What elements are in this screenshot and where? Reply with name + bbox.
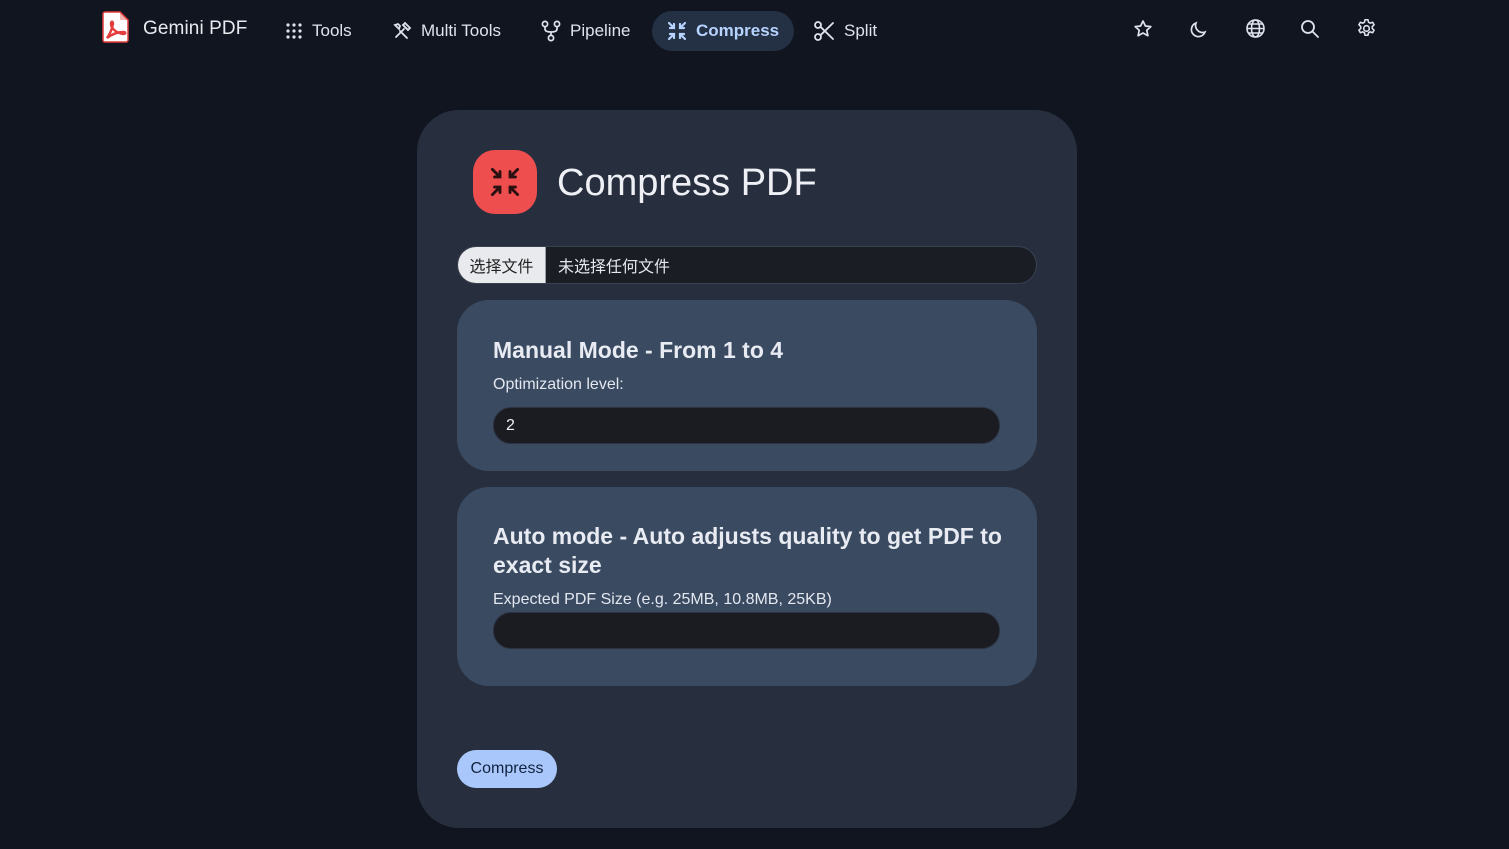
grid-dots-icon — [285, 22, 303, 40]
pdf-file-icon — [102, 10, 130, 48]
gear-icon — [1356, 18, 1377, 44]
search-icon — [1300, 19, 1320, 44]
expected-size-label: Expected PDF Size (e.g. 25MB, 10.8MB, 25… — [493, 591, 832, 608]
nav-compress-label: Compress — [696, 21, 780, 40]
manual-mode-panel: Manual Mode - From 1 to 4 Optimization l… — [457, 300, 1037, 471]
nav-compress[interactable]: Compress — [652, 11, 795, 51]
search-button[interactable] — [1294, 15, 1326, 47]
top-navbar: Gemini PDF Tools Multi Tools Pipeline Co… — [0, 0, 1509, 62]
globe-icon — [1245, 18, 1266, 44]
auto-mode-panel: Auto mode - Auto adjusts quality to get … — [457, 487, 1037, 686]
nav-multi-tools-label: Multi Tools — [421, 21, 501, 40]
nav-split-label: Split — [844, 21, 878, 40]
scissors-icon — [813, 20, 835, 42]
pipeline-icon — [541, 20, 561, 42]
expected-size-input[interactable] — [493, 612, 1000, 649]
moon-icon — [1189, 19, 1209, 44]
compress-title-icon — [473, 150, 537, 214]
nav-pipeline-label: Pipeline — [570, 21, 631, 40]
page-title: Compress PDF — [557, 162, 817, 204]
favorites-button[interactable] — [1127, 15, 1159, 47]
optimization-level-label: Optimization level: — [493, 376, 624, 393]
file-upload-input[interactable]: 选择文件 未选择任何文件 — [457, 246, 1037, 284]
dark-mode-toggle[interactable] — [1183, 15, 1215, 47]
auto-mode-heading: Auto mode - Auto adjusts quality to get … — [493, 523, 1002, 578]
brand-logo-link[interactable]: Gemini PDF — [102, 10, 248, 48]
choose-file-button[interactable]: 选择文件 — [458, 247, 546, 283]
nav-pipeline[interactable]: Pipeline — [526, 11, 646, 51]
compress-icon — [667, 21, 687, 41]
brand-name: Gemini PDF — [143, 18, 248, 39]
compress-card: Compress PDF 选择文件 未选择任何文件 Manual Mode - … — [417, 110, 1077, 828]
compress-button[interactable]: Compress — [457, 750, 557, 788]
settings-button[interactable] — [1350, 15, 1382, 47]
star-icon — [1133, 19, 1153, 44]
file-status-text: 未选择任何文件 — [558, 259, 671, 276]
nav-tools-label: Tools — [312, 21, 352, 40]
nav-multi-tools[interactable]: Multi Tools — [377, 11, 516, 51]
tools-icon — [392, 21, 412, 41]
nav-split[interactable]: Split — [798, 11, 892, 51]
optimization-level-input[interactable] — [493, 407, 1000, 444]
manual-mode-heading: Manual Mode - From 1 to 4 — [493, 337, 784, 363]
nav-tools[interactable]: Tools — [270, 11, 367, 51]
language-button[interactable] — [1239, 15, 1271, 47]
